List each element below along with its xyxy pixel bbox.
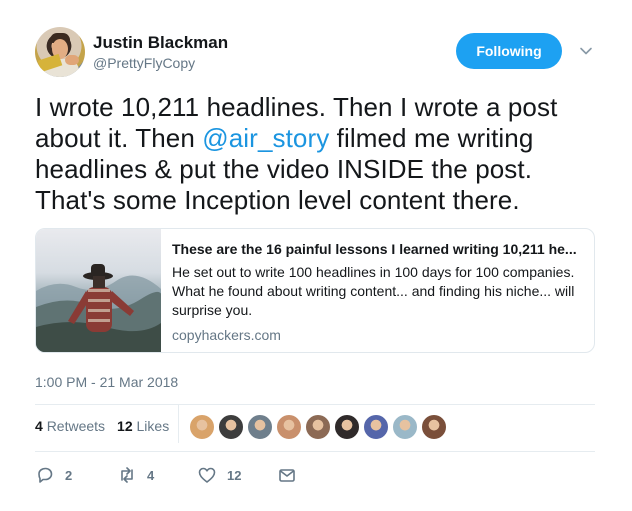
author-avatar[interactable]	[35, 27, 85, 77]
heart-icon	[198, 467, 216, 483]
liker-avatar[interactable]	[218, 414, 244, 440]
divider-bottom	[35, 451, 595, 452]
chevron-down-icon[interactable]	[579, 44, 593, 58]
liker-avatar[interactable]	[276, 414, 302, 440]
liker-avatar[interactable]	[363, 414, 389, 440]
following-button[interactable]: Following	[456, 33, 562, 69]
card-domain: copyhackers.com	[172, 327, 281, 343]
direct-message-button[interactable]	[277, 465, 297, 485]
like-button[interactable]: 12	[197, 465, 241, 485]
retweets-stat[interactable]: 4 Retweets	[35, 418, 105, 434]
mention-link[interactable]: @air_story	[202, 123, 329, 153]
like-count: 12	[227, 467, 242, 483]
liker-avatar[interactable]	[305, 414, 331, 440]
likes-label: Likes	[136, 418, 170, 434]
card-description: He set out to write 100 headlines in 100…	[172, 264, 575, 318]
liker-avatar[interactable]	[392, 414, 418, 440]
reply-button[interactable]: 2	[35, 465, 72, 485]
link-card[interactable]: These are the 16 painful lessons I learn…	[35, 228, 595, 353]
stats-separator	[178, 405, 179, 443]
retweet-count: 4	[147, 467, 155, 483]
retweets-count: 4	[35, 418, 43, 434]
likes-count: 12	[117, 418, 133, 434]
retweet-button[interactable]: 4	[117, 465, 154, 485]
card-title: These are the 16 painful lessons I learn…	[172, 241, 577, 257]
tweet-stats: 4 Retweets 12 Likes	[35, 418, 169, 434]
envelope-icon	[279, 469, 295, 482]
retweets-label: Retweets	[46, 418, 106, 434]
liker-avatar[interactable]	[421, 414, 447, 440]
tweet-timestamp[interactable]: 1:00 PM - 21 Mar 2018	[35, 374, 178, 390]
reply-icon	[38, 467, 53, 483]
tweet-text: I wrote 10,211 headlines. Then I wrote a…	[35, 92, 605, 216]
liker-avatar[interactable]	[189, 414, 215, 440]
tweet: Justin Blackman @PrettyFlyCopy Following…	[0, 0, 632, 511]
liker-avatar[interactable]	[247, 414, 273, 440]
retweet-icon	[121, 467, 133, 483]
liker-avatar[interactable]	[334, 414, 360, 440]
divider-top	[35, 404, 595, 405]
likes-stat[interactable]: 12 Likes	[117, 418, 169, 434]
author-name[interactable]: Justin Blackman	[93, 33, 228, 53]
card-thumbnail	[36, 229, 161, 352]
author-handle[interactable]: @PrettyFlyCopy	[93, 55, 195, 71]
reply-count: 2	[65, 467, 73, 483]
